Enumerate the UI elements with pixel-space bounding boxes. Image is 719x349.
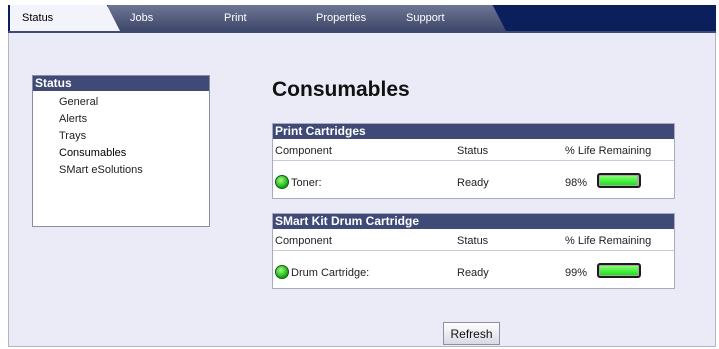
- refresh-button[interactable]: Refresh: [443, 322, 500, 345]
- life-remaining-meter: [597, 263, 641, 278]
- status-ok-icon: [275, 265, 289, 279]
- tab-status[interactable]: Status: [10, 5, 120, 31]
- tab-jobs-label: Jobs: [130, 12, 154, 24]
- sidebar-item-general[interactable]: General: [33, 94, 209, 111]
- sidebar-item-alerts[interactable]: Alerts: [33, 111, 209, 128]
- tab-print-label: Print: [224, 12, 247, 24]
- section-header: SMart Kit Drum Cartridge: [273, 214, 674, 229]
- tab-print[interactable]: Print: [206, 5, 318, 31]
- drum-cartridge-table: SMart Kit Drum Cartridge Component Statu…: [272, 213, 675, 289]
- component-name: Drum Cartridge:: [291, 267, 370, 279]
- component-status: Ready: [457, 267, 489, 279]
- life-remaining-value: 99%: [565, 267, 588, 279]
- sidebar-title: Status: [33, 76, 209, 91]
- life-remaining-value: 98%: [565, 177, 588, 189]
- sidebar: Status General Alerts Trays Consumables …: [32, 75, 210, 227]
- component-status: Ready: [457, 177, 489, 189]
- tab-support-label: Support: [406, 12, 445, 24]
- life-remaining-meter: [597, 173, 641, 188]
- life-meter-fill: [600, 176, 638, 185]
- page-title: Consumables: [272, 78, 410, 101]
- life-meter-fill: [600, 266, 638, 275]
- column-header-status: Status: [457, 145, 489, 157]
- table-row: Toner: Ready 98%: [273, 161, 674, 198]
- tab-properties-label: Properties: [316, 12, 367, 24]
- column-header-component: Component: [275, 235, 332, 247]
- table-header-row: Component Status % Life Remaining: [273, 139, 674, 161]
- tab-support[interactable]: Support: [394, 5, 506, 31]
- sidebar-item-trays[interactable]: Trays: [33, 128, 209, 145]
- tab-jobs[interactable]: Jobs: [108, 5, 220, 31]
- table-header-row: Component Status % Life Remaining: [273, 229, 674, 251]
- table-row: Drum Cartridge: Ready 99%: [273, 251, 674, 288]
- sidebar-item-consumables[interactable]: Consumables: [33, 145, 209, 162]
- print-cartridges-table: Print Cartridges Component Status % Life…: [272, 123, 675, 199]
- component-name: Toner:: [291, 177, 322, 189]
- section-header: Print Cartridges: [273, 124, 674, 139]
- sidebar-item-smart-esolutions[interactable]: SMart eSolutions: [33, 162, 209, 179]
- column-header-life: % Life Remaining: [565, 145, 652, 157]
- column-header-life: % Life Remaining: [565, 235, 652, 247]
- status-ok-icon: [275, 175, 289, 189]
- tab-status-label: Status: [22, 12, 54, 24]
- column-header-component: Component: [275, 145, 332, 157]
- column-header-status: Status: [457, 235, 489, 247]
